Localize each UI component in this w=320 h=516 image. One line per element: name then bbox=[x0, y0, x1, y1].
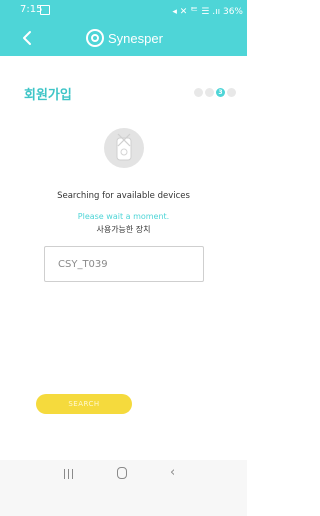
device-name-field[interactable] bbox=[44, 246, 204, 282]
logo-icon bbox=[86, 29, 104, 47]
system-navigation-bar: ‹ bbox=[0, 460, 247, 516]
search-button[interactable]: SEARCH bbox=[36, 394, 132, 414]
step-indicator: 3 bbox=[194, 88, 236, 97]
back-button[interactable] bbox=[18, 28, 38, 48]
signal-icons: ◂ ✕ ᄐ ☰ .ıı bbox=[172, 7, 221, 17]
wait-message: Please wait a moment. bbox=[77, 212, 170, 221]
device-icon bbox=[116, 133, 132, 161]
step-dot bbox=[205, 88, 214, 97]
available-devices-label: 사용가능한 장치 bbox=[96, 225, 151, 234]
step-dot-active: 3 bbox=[216, 88, 225, 97]
recent-apps-icon bbox=[72, 469, 73, 479]
back-chevron-icon: ‹ bbox=[170, 465, 176, 480]
step-dot bbox=[194, 88, 203, 97]
battery-percent: 36% bbox=[222, 7, 243, 17]
searching-status-text: Searching for available devices bbox=[57, 191, 190, 201]
home-button[interactable] bbox=[117, 467, 127, 479]
image-notification-icon bbox=[40, 5, 50, 15]
status-indicators: ◂ ✕ ᄐ ☰ .ıı 36% bbox=[172, 4, 243, 17]
recent-apps-icon bbox=[68, 469, 69, 479]
page-title: 회원가입 bbox=[24, 88, 72, 103]
chevron-left-icon bbox=[23, 31, 31, 45]
status-bar: 7:15 ◂ ✕ ᄐ ☰ .ıı 36% bbox=[0, 0, 247, 20]
app-bar: Synesper bbox=[0, 20, 247, 56]
device-illustration bbox=[104, 128, 144, 168]
app-logo: Synesper bbox=[86, 27, 163, 49]
step-dot bbox=[227, 88, 236, 97]
logo-text: Synesper bbox=[108, 30, 163, 46]
system-back-button[interactable]: ‹ bbox=[170, 465, 175, 480]
recent-apps-icon bbox=[64, 469, 65, 479]
recent-apps-button[interactable] bbox=[64, 468, 78, 480]
phone-screen: 7:15 ◂ ✕ ᄐ ☰ .ıı 36% Synesper 회원가입 3 Sea… bbox=[0, 0, 247, 516]
